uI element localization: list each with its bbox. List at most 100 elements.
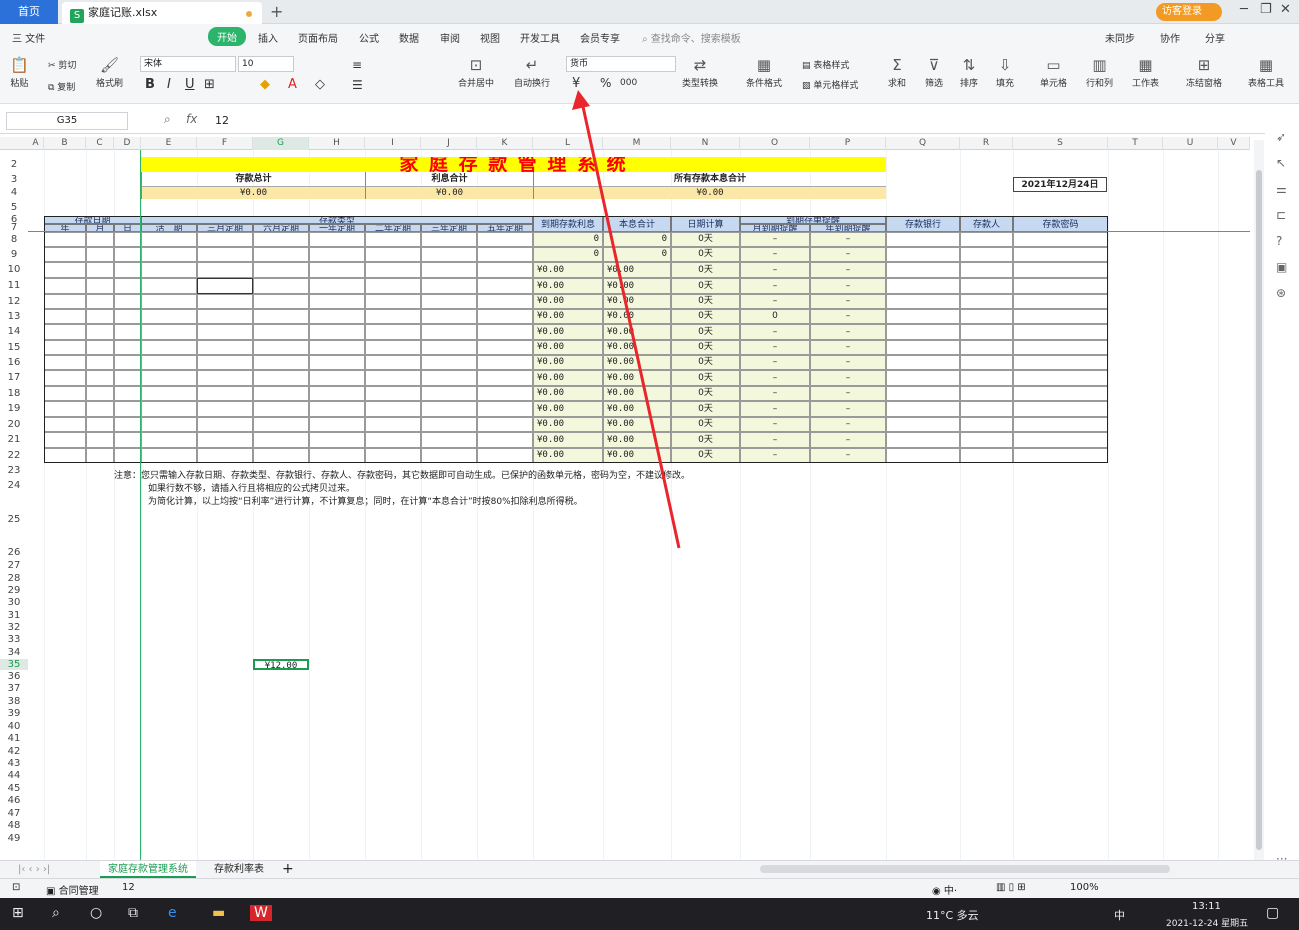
font-size-select[interactable]: 10 — [238, 56, 294, 72]
eye-icon[interactable]: ◉ 中· — [932, 882, 957, 897]
login-button[interactable]: 访客登录 — [1156, 3, 1222, 21]
sum-value: ¥0.00 — [533, 187, 886, 199]
notification-icon[interactable]: ▢ — [1266, 905, 1279, 921]
tab-view[interactable]: 视图 — [480, 30, 500, 45]
image-icon[interactable]: ▣ — [1276, 260, 1287, 274]
tab-home[interactable]: 开始 — [208, 27, 246, 46]
align-left-icon[interactable]: ☰ — [352, 78, 363, 92]
contract-button[interactable]: ▣ 合同管理 — [46, 882, 99, 897]
clear-icon[interactable]: ◇ — [315, 77, 325, 92]
wrap-icon: ↵ — [525, 56, 539, 74]
wps-icon[interactable]: W — [250, 905, 272, 921]
maximize-icon[interactable]: ❐ — [1260, 2, 1272, 17]
cortana-icon[interactable]: ○ — [90, 905, 102, 921]
currency-button[interactable]: ¥ — [572, 76, 580, 91]
tab-review[interactable]: 审阅 — [440, 30, 460, 45]
fx-icon[interactable]: fx — [186, 112, 197, 126]
plugin-icon[interactable]: ⊛ — [1276, 286, 1286, 300]
sliders-icon[interactable]: ⚌ — [1276, 182, 1287, 196]
sort-button[interactable]: ⇅ 排序 — [960, 56, 978, 89]
task-view-icon[interactable]: ⧉ — [128, 905, 138, 921]
add-sheet-button[interactable]: + — [274, 861, 302, 878]
convert-icon: ⇄ — [693, 56, 707, 74]
zoom-level[interactable]: 100% — [1070, 882, 1099, 893]
tab-developer[interactable]: 开发工具 — [520, 30, 560, 45]
close-icon[interactable]: ✕ — [1280, 2, 1291, 17]
sheet-tab-rates[interactable]: 存款利率表 — [206, 861, 272, 878]
thousand-button[interactable]: 000 — [620, 78, 637, 88]
convert-button[interactable]: ⇄ 类型转换 — [682, 56, 718, 89]
filter-button[interactable]: ⊽ 筛选 — [925, 56, 943, 89]
share-button[interactable]: 分享 — [1205, 30, 1225, 45]
ie-icon[interactable]: e — [168, 905, 177, 921]
zoom-icon[interactable]: ⌕ — [164, 112, 171, 127]
font-select[interactable]: 宋体 — [140, 56, 236, 72]
horizontal-scrollbar[interactable] — [760, 865, 1170, 873]
tab-insert[interactable]: 插入 — [258, 30, 278, 45]
rowcol-button[interactable]: ▥ 行和列 — [1086, 56, 1113, 89]
align-top-icon[interactable]: ≡ — [352, 58, 362, 72]
tab-file[interactable]: 三 文件 — [12, 30, 45, 45]
file-tab[interactable]: S 家庭记账.xlsx — [62, 2, 262, 24]
formula-input[interactable]: 12 — [215, 114, 229, 127]
tab-page-layout[interactable]: 页面布局 — [298, 30, 338, 45]
sum-button[interactable]: Σ 求和 — [888, 56, 906, 89]
rocket-icon[interactable]: ➶ — [1276, 130, 1286, 144]
sheet-button[interactable]: ▦ 工作表 — [1132, 56, 1159, 89]
percent-button[interactable]: % — [600, 76, 611, 90]
tab-data[interactable]: 数据 — [399, 30, 419, 45]
name-box[interactable]: G35 — [6, 112, 128, 130]
paste-button[interactable]: 📋 粘贴 — [10, 56, 29, 89]
italic-icon[interactable]: I — [167, 77, 171, 92]
status-bar: ⊡ ▣ 合同管理 12 ◉ 中· ▥ ▯ ⊞ 100% — [0, 878, 1299, 898]
windows-start-icon[interactable]: ⊞ — [12, 905, 24, 921]
fill-button[interactable]: ⇩ 填充 — [996, 56, 1014, 89]
merge-button[interactable]: ⊡ 合并居中 — [458, 56, 494, 89]
copy-button[interactable]: ⧉ 复制 — [48, 80, 75, 93]
ribbon-toolbar: 📋 粘贴 ✂ 剪切 ⧉ 复制 🖌 格式刷 宋体 10 B I U ⊞ ◆ A ◇ ≡… — [0, 50, 1299, 104]
help-icon[interactable]: ? — [1276, 234, 1282, 248]
sum-label: 存款总计 — [141, 172, 365, 187]
tab-member[interactable]: 会员专享 — [580, 30, 620, 45]
home-tab[interactable]: 首页 — [0, 0, 58, 24]
view-mode-icons[interactable]: ▥ ▯ ⊞ — [996, 882, 1026, 893]
scrollbar-thumb[interactable] — [1256, 170, 1262, 850]
macro-icon[interactable]: ⊡ — [12, 882, 20, 893]
cell-style-button[interactable]: ▧ 单元格样式 — [802, 78, 858, 91]
cursor-icon[interactable]: ↖ — [1276, 156, 1286, 170]
wrap-button[interactable]: ↵ 自动换行 — [514, 56, 550, 89]
font-color-icon[interactable]: A — [288, 77, 297, 92]
format-painter-button[interactable]: 🖌 格式刷 — [96, 56, 123, 89]
minimize-icon[interactable]: ─ — [1240, 2, 1248, 17]
fill-color-icon[interactable]: ◆ — [260, 77, 270, 92]
vertical-scrollbar[interactable] — [1254, 140, 1264, 860]
cells: 家 庭 存 款 管 理 系 统存款总计 ¥0.00 利息合计 ¥0.00 所有存款本息合… — [0, 137, 1250, 862]
border-icon[interactable]: ⊞ — [204, 77, 215, 92]
bold-icon[interactable]: B — [145, 77, 155, 92]
search-icon[interactable]: ⌕ — [52, 905, 60, 921]
cell-button[interactable]: ▭ 单元格 — [1040, 56, 1067, 89]
sum-label: 利息合计 — [365, 172, 533, 187]
spreadsheet-grid[interactable]: ABCDEFGHIJKLMNOPQRSTUV 2 3 4 5 6 7 8 9 10 11 12 13 1… — [0, 137, 1250, 862]
sheet-tab-main[interactable]: 家庭存款管理系统 — [100, 861, 196, 878]
outline-icon[interactable]: ⊏ — [1276, 208, 1286, 222]
ime-indicator[interactable]: 中 — [1114, 907, 1125, 923]
conditional-format-button[interactable]: ▦ 条件格式 — [746, 56, 782, 89]
tab-formula[interactable]: 公式 — [359, 30, 379, 45]
freeze-button[interactable]: ⊞ 冻结窗格 — [1186, 56, 1222, 89]
folder-icon[interactable]: ▬ — [212, 905, 225, 921]
table-tools-button[interactable]: ▦ 表格工具 — [1248, 56, 1284, 89]
underline-icon[interactable]: U — [185, 77, 195, 92]
command-search[interactable]: ⌕ 查找命令、搜索模板 — [642, 30, 741, 45]
sync-status[interactable]: 未同步 — [1105, 30, 1135, 45]
new-tab-button[interactable]: + — [270, 2, 283, 21]
sheet-nav-icons[interactable]: |‹ ‹ › ›| — [10, 861, 58, 878]
note-line: 为简化计算，以上均按“日利率”进行计算，不计算复息；同时，在计算“本息合计”时按… — [148, 497, 583, 507]
freeze-icon: ⊞ — [1197, 56, 1211, 74]
weather[interactable]: 11°C 多云 — [926, 907, 979, 923]
table-style-button[interactable]: ▤ 表格样式 — [802, 58, 849, 71]
merge-icon: ⊡ — [469, 56, 483, 74]
collab-button[interactable]: 协作 — [1160, 30, 1180, 45]
cut-button[interactable]: ✂ 剪切 — [48, 58, 76, 71]
number-format-select[interactable]: 货币 — [566, 56, 676, 72]
